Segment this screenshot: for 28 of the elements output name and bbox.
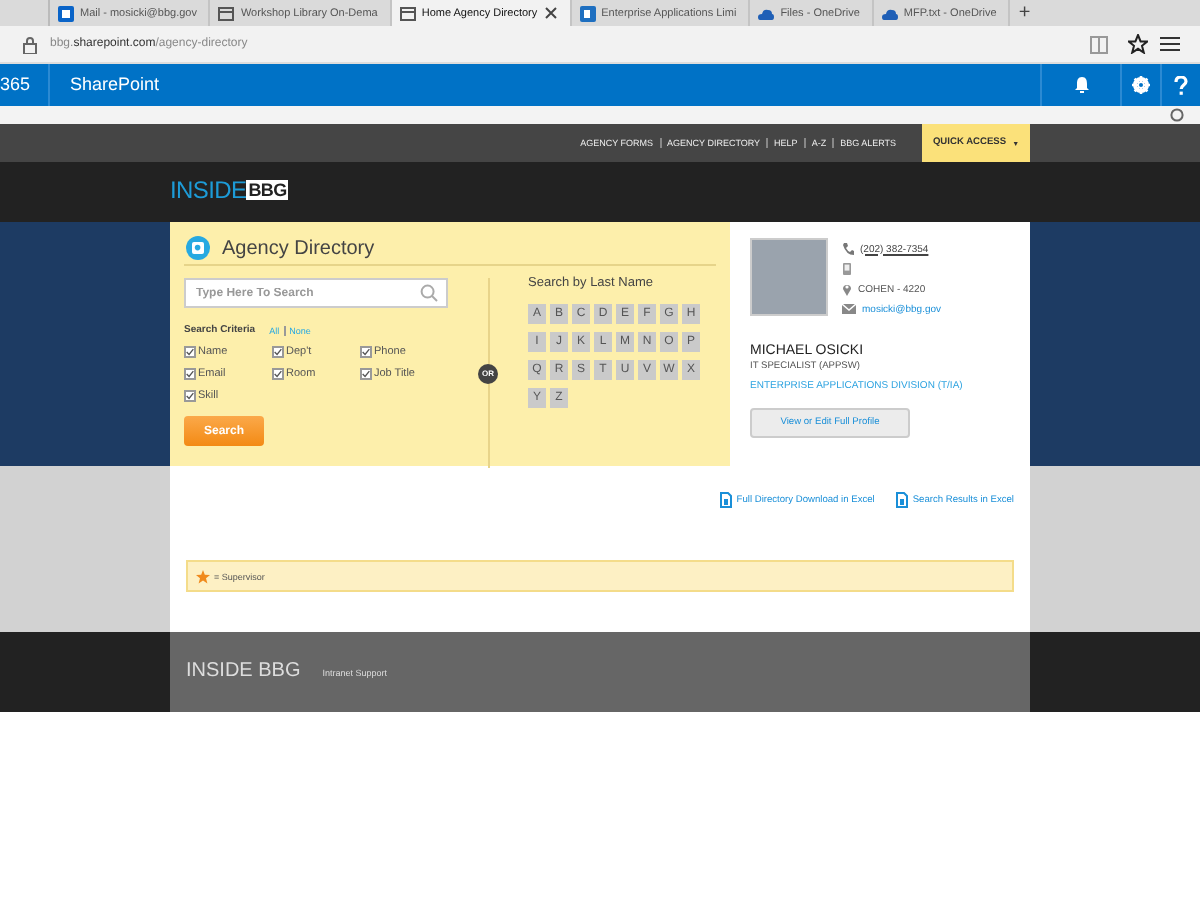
phone-icon [842,242,854,256]
app-name[interactable]: SharePoint [50,64,160,106]
cloud-icon [881,5,898,21]
bell-icon [1073,76,1089,94]
mobile-phone-icon [842,262,852,276]
photo-placeholder [750,238,828,316]
lock-icon [22,35,38,53]
page-icon [218,5,235,21]
book-icon [1090,35,1108,53]
document-icon [896,492,909,508]
star-icon [1128,34,1148,54]
gear-icon [1132,76,1150,94]
menu-icon [1160,36,1180,52]
footer-title: INSIDE BBG [186,659,301,681]
mail-icon [58,5,74,21]
star-icon [196,569,210,583]
site-logo[interactable]: INSIDEBBG [170,176,289,204]
location-pin-icon [842,282,852,296]
app-icon [579,5,596,21]
new-tab-button[interactable]: + [1010,0,1039,26]
question-icon [1174,75,1188,95]
page-icon [399,5,416,21]
envelope-icon [842,304,856,314]
close-icon [543,6,558,20]
sync-icon [1170,108,1184,122]
cloud-icon [758,5,775,21]
document-icon [720,492,733,508]
panel-title: Agency Directory [222,237,375,259]
